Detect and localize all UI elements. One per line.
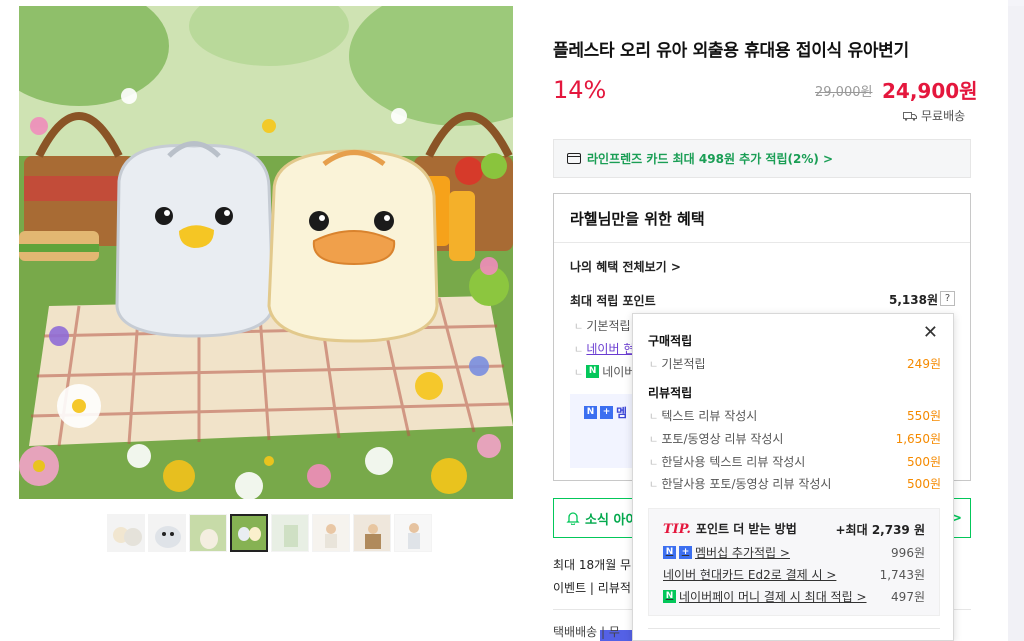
- sub-row-basic: ㄴ 기본적립: [574, 319, 631, 333]
- sale-price: 24,900원: [882, 79, 978, 103]
- shipping-label: 무료배송: [921, 109, 966, 123]
- credit-card-icon: [567, 153, 581, 164]
- n-icon: N: [584, 406, 597, 419]
- divider: [648, 628, 940, 629]
- purchase-point-title: 구매적립: [648, 334, 693, 348]
- thumbnail-5[interactable]: [271, 514, 309, 552]
- point-detail-popup: ✕ 구매적립 기본적립249원 리뷰적립 텍스트 리뷰 작성시550원 포토/동…: [632, 313, 954, 641]
- yellow-duck-potty: [267, 149, 439, 343]
- review-row: 포토/동영상 리뷰 작성시1,650원: [649, 430, 941, 447]
- thumbnail-3[interactable]: [189, 514, 227, 552]
- divider: [554, 242, 970, 243]
- original-price: 29,000원: [815, 85, 873, 100]
- benefit-title: 라헬님만을 위한 혜택: [570, 210, 705, 228]
- thumbnail-2[interactable]: [148, 514, 186, 552]
- plus-icon: +: [600, 406, 613, 419]
- sub-row-naver-card[interactable]: ㄴ 네이버 현: [574, 340, 634, 357]
- product-page: 플레스타 오리 유아 외출용 휴대용 접이식 유아변기 14% 29,000원 …: [0, 0, 1008, 641]
- shipping-info: 택배배송 | 무: [553, 625, 620, 639]
- purchase-row: 기본적립249원: [649, 355, 941, 372]
- npay-icon: N: [663, 590, 676, 603]
- thumbnail-strip: [107, 514, 432, 554]
- tip-box: TIP. 포인트 더 받는 방법 +최대 2,739 원 N + 멤버십 추가적립 >…: [648, 508, 940, 616]
- event-info: 이벤트 | 리뷰적: [553, 581, 631, 595]
- plus-icon: +: [679, 546, 692, 559]
- tip-row-hyundai-card[interactable]: 네이버 현대카드 Ed2로 결제 시 >1,743원: [663, 566, 925, 583]
- product-main-image: [19, 6, 513, 499]
- review-row: 한달사용 텍스트 리뷰 작성시500원: [649, 453, 941, 470]
- white-duck-potty: [115, 141, 275, 338]
- help-button[interactable]: ?: [940, 291, 955, 306]
- tip-total: +최대 2,739 원: [835, 523, 926, 537]
- card-benefit-bar[interactable]: 라인프렌즈 카드 최대 498원 추가 적립(2%) >: [553, 139, 971, 178]
- thumbnail-8[interactable]: [394, 514, 432, 552]
- truck-icon: [903, 111, 917, 121]
- max-point-label: 최대 적립 포인트: [570, 294, 656, 308]
- thumbnail-7[interactable]: [353, 514, 391, 552]
- installment-info: 최대 18개월 무: [553, 558, 632, 572]
- bell-icon: [566, 512, 580, 525]
- membership-area: N + 멤: [570, 394, 650, 641]
- discount-rate: 14%: [553, 76, 607, 104]
- sub-row-naverpay[interactable]: ㄴ N 네이버: [574, 363, 635, 380]
- notice-label: 소식 아이: [585, 512, 638, 528]
- my-benefit-link[interactable]: 나의 혜택 전체보기 >: [570, 258, 681, 275]
- free-shipping: 무료배송: [903, 107, 965, 124]
- product-title: 플레스타 오리 유아 외출용 휴대용 접이식 유아변기: [553, 41, 909, 61]
- review-row: 한달사용 포토/동영상 리뷰 작성시500원: [649, 475, 941, 492]
- picnic-ducks-illustration: [19, 6, 513, 499]
- npay-icon: N: [586, 365, 600, 378]
- card-benefit-text: 라인프렌즈 카드 최대 498원 추가 적립(2%) >: [587, 152, 834, 166]
- max-point-value: 5,138원: [889, 293, 938, 307]
- tip-title: TIP. 포인트 더 받는 방법: [663, 522, 797, 537]
- n-icon: N: [663, 546, 676, 559]
- thumbnail-1[interactable]: [107, 514, 145, 552]
- review-point-title: 리뷰적립: [648, 386, 693, 400]
- tip-row-membership[interactable]: N + 멤버십 추가적립 >996원: [663, 544, 925, 561]
- tip-row-naverpay[interactable]: N 네이버페이 머니 결제 시 최대 적립 >497원: [663, 588, 925, 605]
- thumbnail-4[interactable]: [230, 514, 268, 552]
- close-icon[interactable]: ✕: [923, 322, 938, 343]
- thumbnail-6[interactable]: [312, 514, 350, 552]
- review-row: 텍스트 리뷰 작성시550원: [649, 407, 941, 424]
